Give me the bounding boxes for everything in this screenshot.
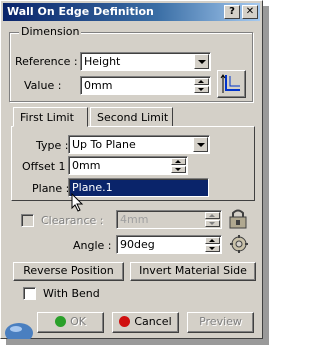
angle-input[interactable]: 90deg	[116, 235, 222, 254]
spin-down-icon[interactable]	[171, 166, 186, 173]
cancel-button[interactable]: Cancel	[112, 312, 179, 333]
spin-up-icon[interactable]	[171, 158, 186, 165]
dialog-window: Wall On Edge Definition ? ✕ Dimension Re…	[0, 0, 263, 339]
dimension-sketch-button[interactable]	[217, 70, 246, 98]
plane-label: Plane :	[32, 182, 70, 195]
angle-measure-button[interactable]	[227, 233, 251, 255]
offset-label: Offset 1 :	[22, 160, 73, 173]
angle-label: Angle :	[73, 239, 112, 252]
chevron-down-icon[interactable]	[193, 137, 208, 152]
spin-down-icon[interactable]	[194, 86, 209, 93]
offset-spinner[interactable]	[171, 158, 186, 173]
title-bar[interactable]: Wall On Edge Definition ? ✕	[3, 3, 260, 21]
reference-value: Height	[84, 55, 121, 68]
gear-icon	[230, 235, 248, 253]
angle-spinner[interactable]	[205, 237, 220, 252]
globe-icon	[5, 323, 33, 339]
type-combo[interactable]: Up To Plane	[68, 135, 210, 154]
ok-label: OK	[70, 315, 86, 328]
mouse-cursor-icon	[71, 193, 84, 212]
reverse-position-button[interactable]: Reverse Position	[13, 262, 124, 281]
clearance-checkbox[interactable]	[21, 214, 34, 227]
type-value: Up To Plane	[72, 138, 136, 151]
value-spinner[interactable]	[194, 78, 209, 93]
cancel-label: Cancel	[134, 315, 172, 328]
offset-value: 0mm	[72, 159, 101, 172]
chevron-down-icon[interactable]	[194, 54, 209, 69]
cancel-icon	[119, 316, 131, 327]
tab-first-limit-label: First Limit	[20, 111, 74, 124]
spin-down-icon[interactable]	[205, 245, 220, 252]
angle-value: 90deg	[120, 238, 155, 251]
clearance-spinner[interactable]	[205, 212, 220, 227]
reference-combo[interactable]: Height	[80, 52, 211, 71]
tab-first-limit[interactable]: First Limit	[13, 107, 88, 127]
with-bend-label: With Bend	[43, 287, 100, 300]
lock-icon	[229, 209, 247, 229]
help-button[interactable]: ?	[224, 5, 240, 19]
clearance-input[interactable]: 4mm	[116, 210, 222, 229]
value-input[interactable]: 0mm	[80, 76, 211, 95]
value-label: Value :	[24, 79, 62, 92]
clearance-value: 4mm	[120, 213, 149, 226]
offset-input[interactable]: 0mm	[68, 156, 188, 175]
value-text: 0mm	[84, 79, 113, 92]
close-button[interactable]: ✕	[242, 5, 258, 19]
tab-second-limit[interactable]: Second Limit	[90, 107, 173, 127]
spin-up-icon[interactable]	[194, 78, 209, 85]
dimension-sketch-icon	[220, 74, 240, 93]
spin-down-icon[interactable]	[205, 220, 220, 227]
ok-button[interactable]: OK	[37, 312, 104, 333]
spin-up-icon[interactable]	[205, 237, 220, 244]
preview-button[interactable]: Preview	[187, 312, 254, 333]
clearance-measure-button[interactable]	[227, 208, 251, 230]
dimension-legend: Dimension	[19, 25, 82, 38]
type-label: Type :	[36, 139, 69, 152]
clearance-label: Clearance :	[41, 214, 104, 227]
spin-up-icon[interactable]	[205, 212, 220, 219]
tab-second-limit-label: Second Limit	[97, 111, 169, 124]
reference-label: Reference :	[15, 55, 78, 68]
with-bend-checkbox[interactable]	[23, 287, 36, 300]
ok-icon	[55, 316, 67, 327]
plane-selection-field[interactable]: Plane.1	[68, 178, 209, 197]
dialog-title: Wall On Edge Definition	[7, 5, 154, 18]
invert-material-side-button[interactable]: Invert Material Side	[130, 262, 256, 281]
